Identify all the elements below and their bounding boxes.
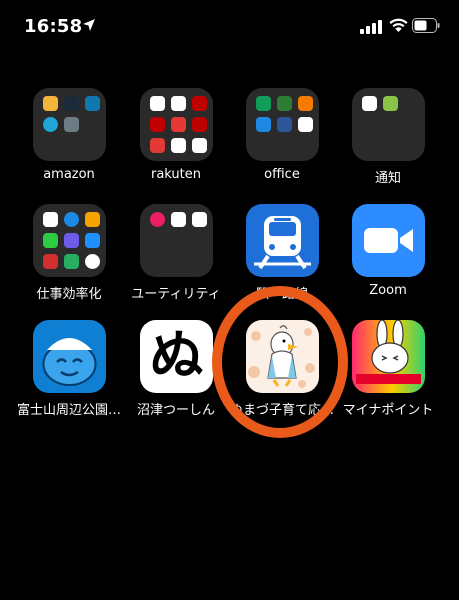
- rakuten-tv-icon: [192, 117, 207, 132]
- app-numazu-shinkin[interactable]: ぬ: [140, 320, 213, 393]
- app-fuji-label: 富士山周辺公園…: [16, 403, 121, 418]
- word-icon: [277, 117, 292, 132]
- battery-icon: [412, 18, 440, 33]
- wifi-icon: [389, 18, 408, 32]
- pages-icon: [85, 212, 100, 227]
- rakuten-card-icon: [192, 96, 207, 111]
- folder-shigoto[interactable]: [33, 204, 106, 277]
- prime-video-icon: [85, 96, 100, 111]
- status-time: 16:58: [24, 16, 83, 37]
- rakuten-pay-icon: [171, 117, 186, 132]
- shortcuts-icon: [64, 233, 79, 248]
- safari-icon: [64, 212, 79, 227]
- stocks-icon: [256, 117, 271, 132]
- rakuten-icon: [171, 96, 186, 111]
- acrobat-icon: [43, 254, 58, 269]
- folder-amazon[interactable]: [33, 88, 106, 161]
- mascot-face-icon: [42, 338, 97, 386]
- alexa-icon: [43, 117, 58, 132]
- community-app-icon: [383, 96, 398, 111]
- folder-office[interactable]: [246, 88, 319, 161]
- excel-icon: [277, 96, 292, 111]
- app-zoom[interactable]: [352, 204, 425, 277]
- app-numazu-kosodate[interactable]: [246, 320, 319, 393]
- folder-utility-label: ユーティリティ: [131, 287, 221, 302]
- folder-shigoto-label: 仕事効率化: [36, 287, 102, 302]
- keynote-icon: [298, 96, 313, 111]
- status-bar: 16:58: [0, 0, 459, 50]
- amazon-app-icon: [43, 96, 58, 111]
- numbers-icon: [256, 96, 271, 111]
- app-mynapoint-label: マイナポイント: [342, 403, 434, 418]
- rabbit-mascot-icon: [356, 320, 421, 384]
- nu-character-icon: ぬ: [149, 324, 204, 387]
- app-mynapoint[interactable]: [352, 320, 425, 393]
- location-arrow-icon: [83, 19, 95, 31]
- amazon-music-icon: [64, 96, 79, 111]
- folder-office-label: office: [264, 167, 300, 182]
- app-train-label: 駅・路線: [255, 287, 308, 302]
- rakuten-gora-icon: [192, 138, 207, 153]
- outlook-icon: [298, 117, 313, 132]
- app-zoom-label: Zoom: [369, 283, 407, 298]
- utility-app-1-icon: [150, 212, 165, 227]
- app-fuji[interactable]: [33, 320, 106, 393]
- folder-tsuchi-label: 通知: [374, 171, 401, 186]
- folder-rakuten[interactable]: [140, 88, 213, 161]
- video-camera-icon: [364, 228, 413, 253]
- facetime-icon: [43, 233, 58, 248]
- folder-rakuten-label: rakuten: [150, 167, 201, 182]
- rakuten-edy-icon: [171, 138, 186, 153]
- calendar-icon: [43, 212, 58, 227]
- kindle-icon: [64, 117, 79, 132]
- utility-app-3-icon: [192, 212, 207, 227]
- app-numazu-shinkin-label: 沼津つーしん: [136, 403, 215, 418]
- cellular-signal-icon: [360, 20, 382, 34]
- notice-app-icon: [362, 96, 377, 111]
- duck-mascot-icon: [248, 325, 315, 388]
- app-numazu-kosodate-label: ぬまづ子育て応…: [229, 403, 334, 418]
- files-icon: [85, 233, 100, 248]
- line-icon: [64, 254, 79, 269]
- rakuten-point-icon: [150, 96, 165, 111]
- folder-utility[interactable]: [140, 204, 213, 277]
- rakuten-ichiba-icon: [150, 117, 165, 132]
- rakuten-denki-icon: [150, 138, 165, 153]
- folder-tsuchi[interactable]: [352, 88, 425, 161]
- utility-280-icon: [171, 212, 186, 227]
- train-icon: [254, 216, 311, 270]
- app-train[interactable]: [246, 204, 319, 277]
- folder-amazon-label: amazon: [43, 167, 95, 182]
- chrome-icon: [85, 254, 100, 269]
